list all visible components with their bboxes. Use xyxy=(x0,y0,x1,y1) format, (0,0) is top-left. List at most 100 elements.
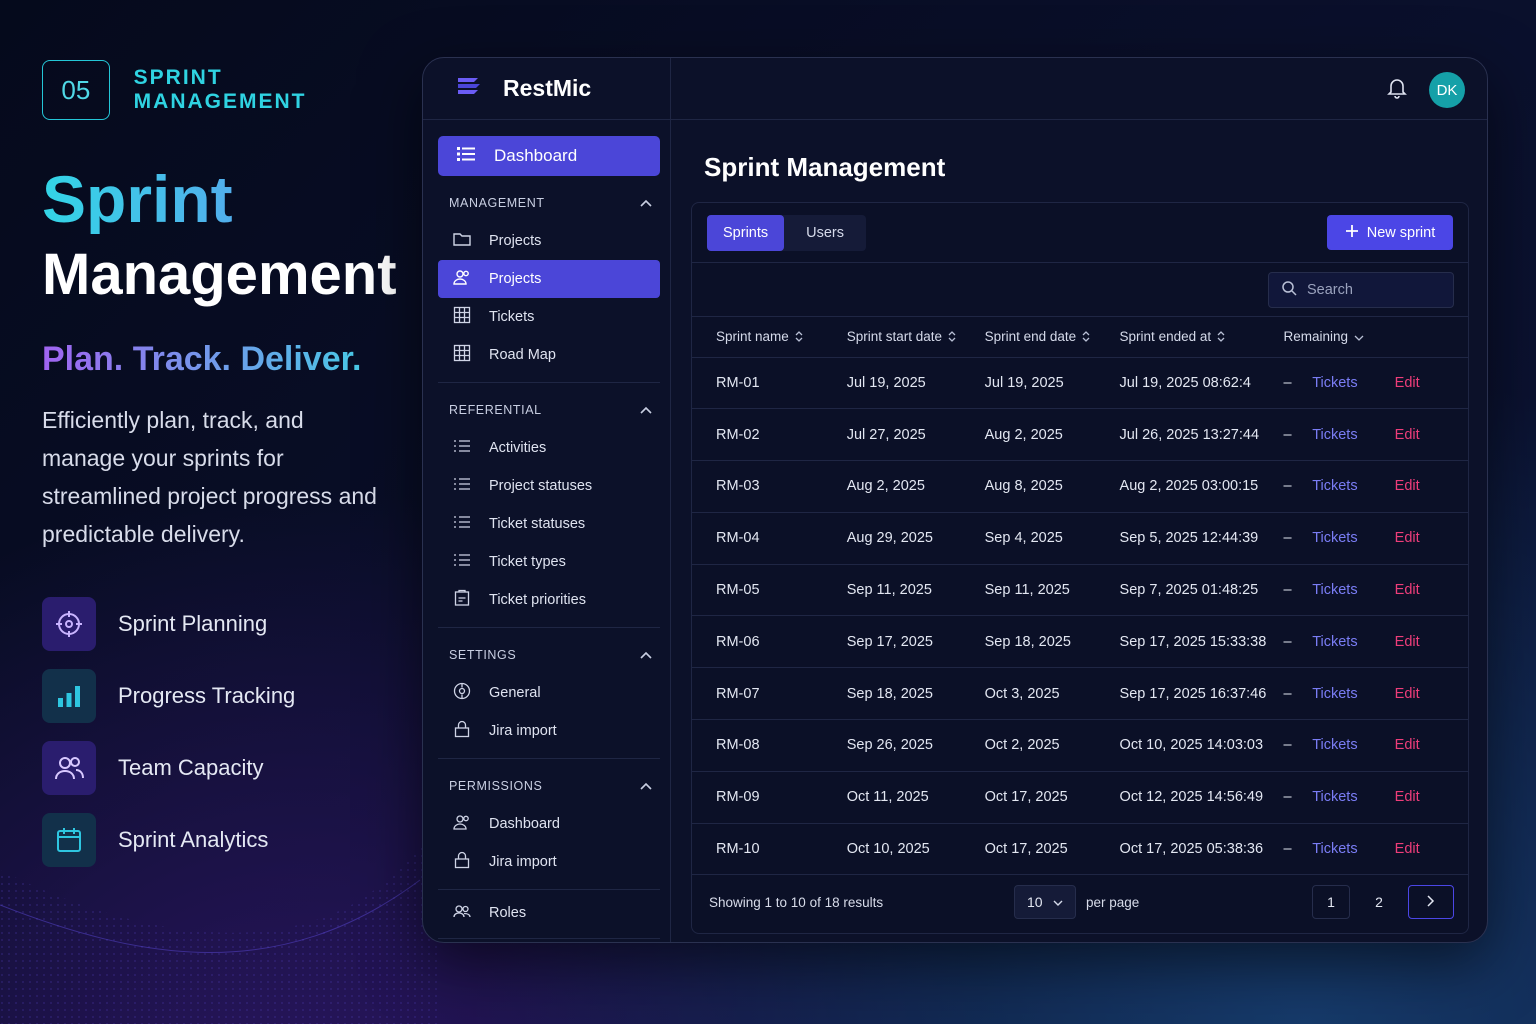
ended-at-cell: Sep 5, 2025 12:44:39 xyxy=(1119,530,1259,547)
chevron-down-icon xyxy=(1053,894,1063,910)
remaining-cell: – xyxy=(1283,530,1292,547)
promo-panel: 05 SPRINT MANAGEMENT Sprint Management P… xyxy=(42,60,402,867)
ended-at-cell: Sep 7, 2025 01:48:25 xyxy=(1119,582,1259,599)
edit-link[interactable]: Edit xyxy=(1395,668,1468,720)
end-date-cell: Jul 19, 2025 xyxy=(984,374,1064,391)
sprint-name-cell: RM-08 xyxy=(716,737,760,754)
sidebar-item-ticket-priorities[interactable]: Ticket priorities xyxy=(438,581,660,619)
edit-link[interactable]: Edit xyxy=(1395,564,1468,616)
search-icon xyxy=(1281,280,1297,301)
sidebar-item-jira-import[interactable]: Jira import xyxy=(438,712,660,750)
sidebar-item-projects-active[interactable]: Projects xyxy=(438,260,660,298)
tickets-link[interactable]: Tickets xyxy=(1312,461,1394,513)
sidebar-section-settings: SETTINGS General Jira import xyxy=(438,628,660,759)
tab-sprints[interactable]: Sprints xyxy=(707,215,785,251)
sidebar: Dashboard MANAGEMENT Projects Projects T… xyxy=(423,120,671,942)
sidebar-item-activities[interactable]: Activities xyxy=(438,429,660,467)
sidebar-section-referential: REFERENTIAL Activities Project statuses … xyxy=(438,383,660,628)
edit-link[interactable]: Edit xyxy=(1395,409,1468,461)
remaining-cell: – xyxy=(1283,426,1292,443)
remaining-cell: – xyxy=(1283,374,1292,391)
hero-title-line1: Sprint xyxy=(42,164,402,234)
edit-link[interactable]: Edit xyxy=(1395,461,1468,513)
remaining-cell: – xyxy=(1283,685,1292,702)
sidebar-item-projects[interactable]: Projects xyxy=(438,222,660,260)
column-header-end-date[interactable]: Sprint end date xyxy=(961,317,1096,357)
start-date-cell: Jul 27, 2025 xyxy=(846,426,926,443)
tickets-link[interactable]: Tickets xyxy=(1312,512,1394,564)
tickets-link[interactable]: Tickets xyxy=(1312,668,1394,720)
new-sprint-label: New sprint xyxy=(1366,224,1436,241)
column-header-sprint-name[interactable]: Sprint name xyxy=(692,317,823,357)
feature-label: Progress Tracking xyxy=(118,683,296,708)
tickets-link[interactable]: Tickets xyxy=(1312,720,1394,772)
tab-users[interactable]: Users xyxy=(784,215,866,251)
search-input[interactable] xyxy=(1307,282,1447,298)
clipboard-icon xyxy=(453,589,471,611)
chevron-down-icon xyxy=(1354,330,1364,345)
table-row: RM-06 Sep 17, 2025 Sep 18, 2025 Sep 17, 202… xyxy=(692,616,1468,668)
sidebar-item-tickets[interactable]: Tickets xyxy=(438,298,660,336)
sidebar-item-roles[interactable]: Roles xyxy=(438,894,660,932)
section-title: MANAGEMENT xyxy=(449,196,545,210)
column-header-ended-at[interactable]: Sprint ended at xyxy=(1096,317,1270,357)
ended-at-cell: Sep 17, 2025 16:37:46 xyxy=(1119,685,1267,702)
feature-label: Team Capacity xyxy=(118,755,264,780)
sidebar-item-permissions-dashboard[interactable]: Dashboard xyxy=(438,805,660,843)
main-content: Sprint Management Sprints Users New spri… xyxy=(671,120,1487,942)
tickets-link[interactable]: Tickets xyxy=(1312,409,1394,461)
sidebar-item-general[interactable]: General xyxy=(438,674,660,712)
edit-link[interactable]: Edit xyxy=(1395,720,1468,772)
table-row: RM-02 Jul 27, 2025 Aug 2, 2025 Jul 26, 2025… xyxy=(692,409,1468,461)
tickets-link[interactable]: Tickets xyxy=(1312,616,1394,668)
table-row: RM-04 Aug 29, 2025 Sep 4, 2025 Sep 5, 2025 … xyxy=(692,512,1468,565)
edit-link[interactable]: Edit xyxy=(1395,616,1468,668)
column-header-remaining[interactable]: Remaining xyxy=(1270,317,1469,357)
brand[interactable]: RestMic xyxy=(423,58,671,120)
tickets-link[interactable]: Tickets xyxy=(1312,771,1394,823)
sidebar-item-dashboard[interactable]: Dashboard xyxy=(438,136,660,176)
edit-link[interactable]: Edit xyxy=(1395,512,1468,564)
per-page-select[interactable]: 10 xyxy=(1014,885,1076,919)
table-row: RM-08 Sep 26, 2025 Oct 2, 2025 Oct 10, 2025… xyxy=(692,720,1468,772)
page-2-button[interactable]: 2 xyxy=(1360,885,1398,919)
calendar-icon xyxy=(42,813,96,867)
bell-icon[interactable] xyxy=(1387,77,1407,104)
sprint-name-cell: RM-03 xyxy=(716,478,760,495)
avatar[interactable]: DK xyxy=(1429,72,1465,108)
sidebar-section-header[interactable]: REFERENTIAL xyxy=(438,391,660,429)
sidebar-section-header[interactable]: SETTINGS xyxy=(438,636,660,674)
sprint-name-cell: RM-04 xyxy=(716,530,760,547)
app-window: RestMic DK Dashboard MANAGEMENT Projects xyxy=(422,57,1488,943)
ended-at-cell: Jul 26, 2025 13:27:44 xyxy=(1119,426,1260,443)
ended-at-cell: Oct 12, 2025 14:56:49 xyxy=(1119,789,1264,806)
new-sprint-button[interactable]: New sprint xyxy=(1327,215,1453,250)
tickets-link[interactable]: Tickets xyxy=(1312,357,1394,409)
end-date-cell: Oct 2, 2025 xyxy=(984,737,1060,754)
page-1-button[interactable]: 1 xyxy=(1312,885,1350,919)
column-header-start-date[interactable]: Sprint start date xyxy=(823,317,961,357)
sidebar-item-permissions-jira-import[interactable]: Jira import xyxy=(438,843,660,881)
sidebar-item-label: Activities xyxy=(489,440,547,456)
edit-link[interactable]: Edit xyxy=(1395,771,1468,823)
table-row: RM-07 Sep 18, 2025 Oct 3, 2025 Sep 17, 2025… xyxy=(692,668,1468,720)
sidebar-item-ticket-types[interactable]: Ticket types xyxy=(438,543,660,581)
sidebar-section-header[interactable]: MANAGEMENT xyxy=(438,184,660,222)
sidebar-item-road-map[interactable]: Road Map xyxy=(438,336,660,374)
sidebar-item-ticket-statuses[interactable]: Ticket statuses xyxy=(438,505,660,543)
feature-sprint-analytics: Sprint Analytics xyxy=(42,813,402,867)
edit-link[interactable]: Edit xyxy=(1395,823,1468,875)
sidebar-section-permissions: PERMISSIONS Dashboard Jira import xyxy=(438,759,660,890)
next-page-button[interactable] xyxy=(1408,885,1454,919)
hero-tagline: Plan. Track. Deliver. xyxy=(42,340,402,379)
start-date-cell: Sep 11, 2025 xyxy=(846,582,932,599)
tickets-link[interactable]: Tickets xyxy=(1312,564,1394,616)
edit-link[interactable]: Edit xyxy=(1395,357,1468,409)
sidebar-section-header[interactable]: PERMISSIONS xyxy=(438,767,660,805)
sidebar-item-project-statuses[interactable]: Project statuses xyxy=(438,467,660,505)
tickets-link[interactable]: Tickets xyxy=(1312,823,1394,875)
sidebar-item-label: Road Map xyxy=(489,347,556,363)
users-icon xyxy=(42,741,96,795)
pagination: 1 2 xyxy=(1312,885,1454,919)
ended-at-cell: Jul 19, 2025 08:62:4 xyxy=(1119,374,1251,391)
